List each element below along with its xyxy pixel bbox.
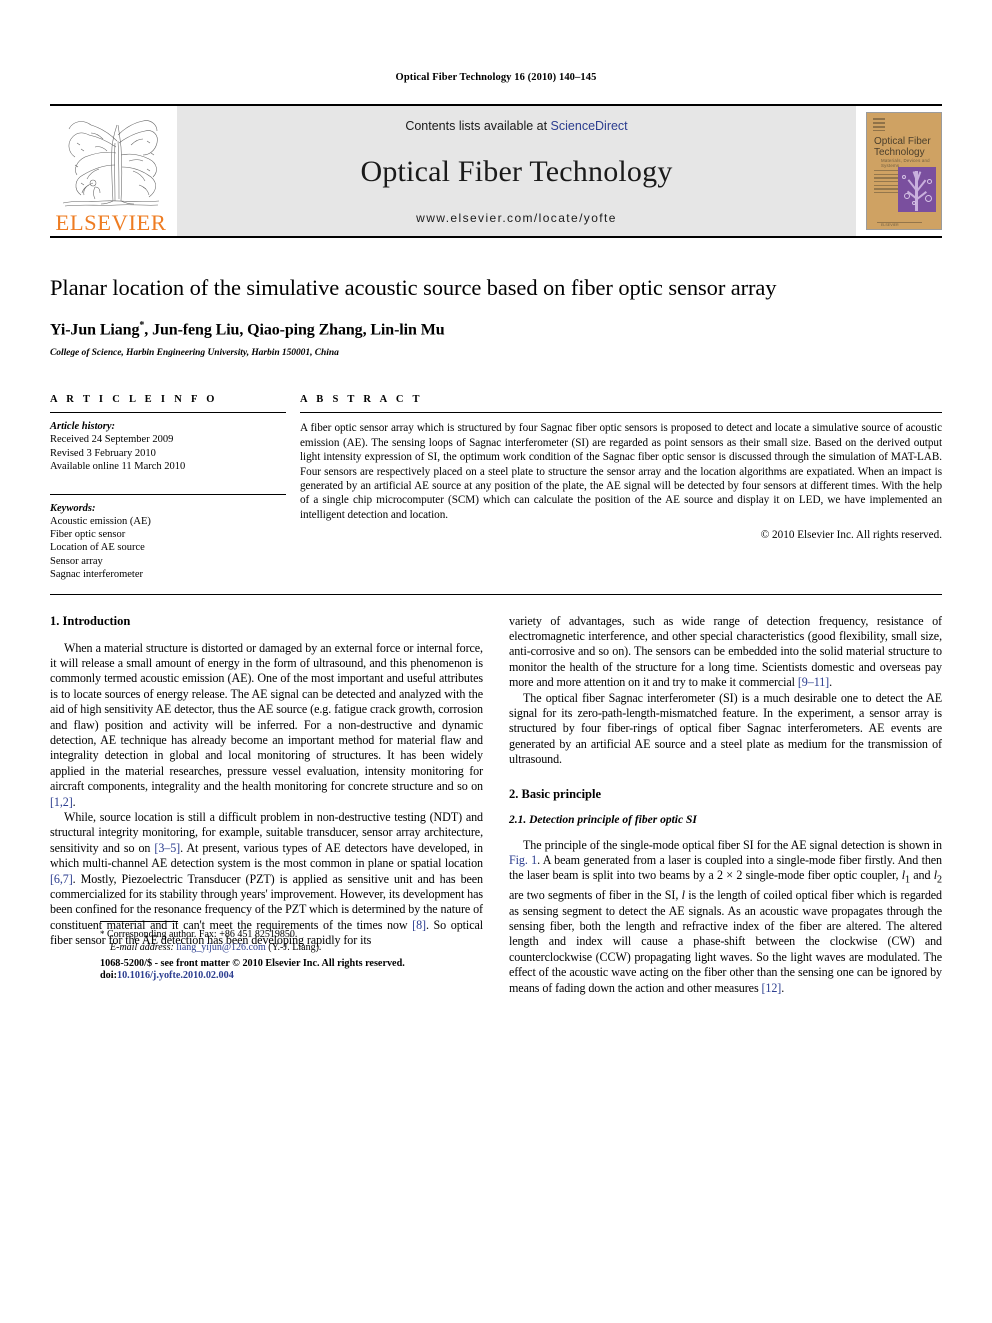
keyword-item: Location of AE source [50, 542, 145, 554]
citation-ref[interactable]: [12] [761, 981, 781, 995]
footnote-rule [100, 920, 178, 922]
sciencedirect-link[interactable]: ScienceDirect [551, 119, 628, 133]
email-address-label: E-mail address: [110, 941, 174, 953]
journal-banner: Contents lists available at ScienceDirec… [177, 106, 856, 236]
paragraph-text: When a material structure is distorted o… [50, 640, 483, 794]
journal-title: Optical Fiber Technology [360, 155, 673, 188]
section-heading-basic-principle: 2. Basic principle [509, 786, 602, 801]
keywords-label: Keywords: [50, 502, 96, 514]
section-heading-introduction: 1. Introduction [50, 613, 131, 628]
left-column: 1. Introduction When a material structur… [50, 614, 483, 997]
page-footer: 1068-5200/$ - see front matter © 2010 El… [100, 958, 560, 984]
subsection-heading-2-1: 2.1. Detection principle of fiber optic … [509, 813, 697, 826]
article-info-heading: A R T I C L E I N F O [50, 394, 218, 406]
abstract-column: A B S T R A C T A fiber optic sensor arr… [300, 394, 942, 581]
abstract-copyright: © 2010 Elsevier Inc. All rights reserved… [760, 529, 942, 542]
footer-front-matter: 1068-5200/$ - see front matter © 2010 El… [100, 957, 405, 969]
footnote-email-line: E-mail address: liang_yijun@126.com (Y.-… [100, 942, 543, 955]
keyword-item: Acoustic emission (AE) [50, 515, 151, 527]
footer-doi: doi:10.1016/j.yofte.2010.02.004 [100, 970, 560, 983]
citation-ref[interactable]: [1,2] [50, 795, 73, 809]
body-columns: 1. Introduction When a material structur… [50, 614, 942, 997]
paragraph-text: variety of advantages, such as wide rang… [509, 613, 942, 690]
title-block: Planar location of the simulative acoust… [50, 238, 942, 358]
masthead: ELSEVIER Contents lists available at Sci… [50, 106, 942, 236]
elsevier-tree-icon [62, 119, 160, 206]
article-info-column: A R T I C L E I N F O Article history: R… [50, 394, 286, 581]
abstract-heading: A B S T R A C T [300, 394, 423, 406]
doi-link[interactable]: 10.1016/j.yofte.2010.02.004 [117, 970, 234, 981]
footnote-corresponding-author: * Corresponding author. Fax: +86 451 825… [100, 928, 543, 942]
contents-available-line: Contents lists available at ScienceDirec… [405, 119, 627, 133]
info-abstract-block: A R T I C L E I N F O Article history: R… [50, 394, 942, 595]
paragraph-right-3: The principle of the single-mode optical… [509, 838, 942, 996]
citation-ref[interactable]: [3–5] [154, 841, 180, 855]
cover-inner: Optical Fiber Technology Materials, Devi… [867, 113, 941, 229]
cover-artwork [898, 167, 936, 212]
journal-url[interactable]: www.elsevier.com/locate/yofte [416, 211, 617, 225]
paragraph-right-2: The optical fiber Sagnac interferometer … [509, 690, 942, 767]
keyword-item: Fiber optic sensor [50, 528, 126, 540]
paragraph-intro-1: When a material structure is distorted o… [50, 641, 483, 810]
affiliation: College of Science, Harbin Engineering U… [50, 348, 339, 359]
abstract-rule [300, 412, 942, 414]
history-received: Received 24 September 2009 [50, 434, 174, 446]
email-address-link[interactable]: liang_yijun@126.com [176, 942, 265, 953]
keywords-block: Keywords: Acoustic emission (AE) Fiber o… [50, 493, 286, 582]
cover-title: Optical Fiber Technology [874, 136, 936, 158]
history-revised: Revised 3 February 2010 [50, 447, 156, 459]
author-list: Yi-Jun Liang*, Jun-feng Liu, Qiao-ping Z… [50, 320, 445, 339]
paragraph-text-tail: . [781, 980, 785, 995]
paragraph-text: The principle of the single-mode optical… [523, 837, 942, 852]
paragraph-text-tail: . [829, 675, 833, 690]
right-column: variety of advantages, such as wide rang… [509, 614, 942, 997]
footnote-block: * Corresponding author. Fax: +86 451 825… [100, 920, 543, 955]
contents-prefix: Contents lists available at [405, 119, 551, 133]
doi-label: doi: [100, 970, 117, 982]
email-author-suffix: (Y.-J. Liang). [265, 941, 322, 953]
paragraph-text: is the length of coiled optical fiber wh… [509, 888, 942, 995]
keyword-item: Sensor array [50, 555, 103, 567]
footnote-corresponding-text: Corresponding author. Fax: +86 451 82519… [104, 928, 298, 940]
cover-publisher: ELSEVIER [881, 223, 899, 227]
history-available-online: Available online 11 March 2010 [50, 461, 186, 473]
variable-l2-subscript: 2 [937, 874, 942, 886]
citation-ref[interactable]: [9–11] [798, 675, 829, 689]
abstract-text: A fiber optic sensor array which is stru… [300, 422, 942, 521]
article-info-rule [50, 412, 286, 414]
keyword-item: Sagnac interferometer [50, 569, 143, 581]
figure-ref[interactable]: Fig. 1 [509, 853, 537, 867]
running-head: Optical Fiber Technology 16 (2010) 140–1… [395, 72, 597, 83]
elsevier-wordmark: ELSEVIER [55, 209, 167, 235]
paragraph-text: . A beam generated from a laser is coupl… [509, 853, 942, 883]
paragraph-text: are two segments of fiber in the SI, [509, 888, 682, 903]
cover-title-line1: Optical Fiber [874, 136, 931, 147]
article-history-label: Article history: [50, 421, 116, 433]
citation-ref[interactable]: [6,7] [50, 872, 73, 886]
cover-elsevier-icon [873, 118, 885, 131]
journal-cover-thumbnail: Optical Fiber Technology Materials, Devi… [866, 112, 942, 230]
paragraph-right-1: variety of advantages, such as wide rang… [509, 614, 942, 691]
paragraph-text-tail: . [72, 794, 76, 809]
elsevier-logo: ELSEVIER [50, 106, 172, 236]
cover-title-line2: Technology [874, 147, 925, 158]
article-page: Optical Fiber Technology 16 (2010) 140–1… [0, 0, 992, 1323]
paragraph-text: and [909, 868, 934, 883]
keywords-rule [50, 493, 286, 495]
article-title: Planar location of the simulative acoust… [50, 275, 777, 300]
